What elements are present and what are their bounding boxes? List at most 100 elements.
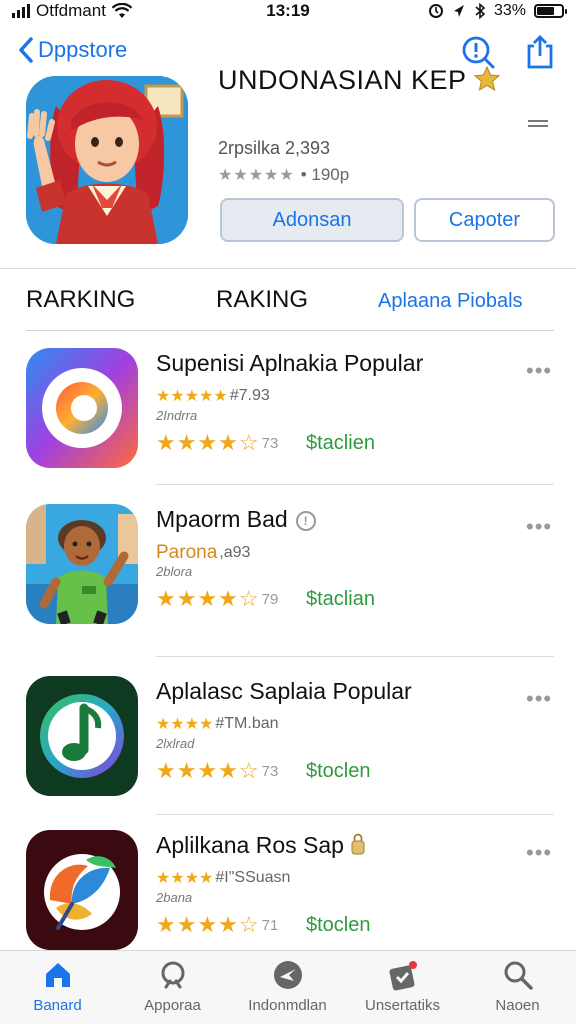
- rating-stars: ★★★★★: [218, 167, 295, 184]
- app-price: $taclian: [306, 588, 375, 610]
- ring-app-icon: [26, 348, 138, 468]
- tab-bar-label: Unsertatiks: [364, 997, 441, 1014]
- tab-bar-item-home[interactable]: Banard: [0, 959, 115, 1014]
- meta-text: #7.93: [229, 387, 270, 404]
- app-rating: ★★★★☆ 73: [156, 758, 278, 784]
- rating-count: 71: [261, 916, 279, 934]
- divider: [156, 484, 554, 485]
- app-name: Aplilkana Ros Sap: [156, 832, 366, 859]
- tab-bar-item-discover[interactable]: Indonmdlan: [230, 959, 345, 1014]
- app-subtitle: 2rpsilka 2,393: [218, 138, 331, 158]
- more-options-icon[interactable]: •••: [526, 840, 552, 866]
- tab-bar-item-search[interactable]: Naoen: [460, 959, 575, 1014]
- app-meta: ★★★★★ #7.93: [156, 386, 270, 406]
- tab-bar-label: Naoen: [495, 997, 540, 1014]
- app-developer: 2blora: [156, 564, 193, 579]
- rating-count: 79: [261, 590, 279, 608]
- divider: [156, 656, 554, 657]
- alarm-icon: [428, 4, 443, 18]
- bluetooth-icon: [475, 3, 486, 19]
- app-name: Supenisi Aplnakia Popular: [156, 350, 424, 376]
- app-rating: ★★★★☆ 73: [156, 430, 278, 456]
- music-note-app-icon: [26, 676, 138, 796]
- signal-icon: [12, 4, 30, 18]
- battery-icon: [534, 4, 567, 18]
- app-price: $toclen: [306, 760, 371, 782]
- app-rating: ★★★★☆ 79: [156, 586, 278, 612]
- meta-text: #TM.ban: [215, 715, 279, 732]
- tab-bar-item-apps[interactable]: Apporaa: [115, 959, 230, 1014]
- app-icon[interactable]: [26, 76, 188, 244]
- app-name: Aplalasc Saplaia Popular: [156, 678, 412, 704]
- tab-bar-label: Banard: [33, 997, 82, 1014]
- tab-bar-item-updates[interactable]: Unsertatiks: [345, 959, 460, 1014]
- app-meta: ★★★★ #I"SSuasn: [156, 868, 290, 888]
- tab-bar: Banard Apporaa Indonmdlan Unsertatiks Na…: [0, 950, 576, 1024]
- more-options-icon[interactable]: •••: [526, 358, 552, 384]
- lock-icon: [351, 833, 365, 855]
- secondary-action-button[interactable]: Capoter: [414, 198, 555, 242]
- app-title: UNDONASIAN KEP: [218, 64, 518, 96]
- tab-bar-label: Apporaa: [144, 997, 201, 1014]
- leaf-bird-app-icon: [26, 830, 138, 950]
- battery-percent: 33%: [493, 2, 526, 19]
- tabs-divider: [26, 330, 554, 331]
- app-price: $taclien: [306, 432, 375, 454]
- rating-stars: ★★★★☆: [156, 912, 260, 937]
- meta-stars: ★★★★: [156, 716, 214, 733]
- home-icon: [45, 963, 70, 987]
- more-options-icon[interactable]: •••: [526, 686, 552, 712]
- back-label: Dppstore: [38, 37, 128, 62]
- app-icon: [26, 348, 138, 468]
- list-item[interactable]: Aplalasc Saplaia Popular ★★★★ #TM.ban 2l…: [0, 676, 576, 826]
- status-bar: Otfdmant 13:19 33%: [0, 0, 576, 22]
- rating-stars: ★★★★☆: [156, 430, 260, 455]
- back-button[interactable]: Dppstore: [18, 36, 127, 64]
- app-developer: 2bana: [156, 890, 193, 905]
- meta-text: ,a93: [219, 544, 251, 561]
- share-icon: [527, 35, 553, 69]
- meta-text: #I"SSuasn: [215, 869, 291, 886]
- app-icon: [26, 676, 138, 796]
- list-item[interactable]: Mpaorm Bad! Parona ,a93 2blora ★★★★☆ 79 …: [0, 504, 576, 654]
- meta-highlight: Parona: [156, 542, 218, 563]
- boy-waving-illustration: [26, 504, 138, 624]
- search-icon: [504, 961, 533, 990]
- updates-icon: [389, 961, 417, 991]
- rating-stars: ★★★★☆: [156, 758, 260, 783]
- app-icon: [26, 504, 138, 624]
- location-icon: [453, 5, 464, 17]
- tab-ranking-1[interactable]: RARKING: [26, 286, 135, 314]
- app-icon: [26, 830, 138, 950]
- list-item[interactable]: Supenisi Aplnakia Popular ★★★★★ #7.93 2I…: [0, 348, 576, 498]
- rating-count: 73: [261, 762, 279, 780]
- girl-waving-illustration: [26, 76, 188, 244]
- search-icon: [161, 961, 184, 989]
- app-meta: ★★★★ #TM.ban: [156, 714, 279, 734]
- compass-icon: [273, 961, 302, 989]
- primary-action-button[interactable]: Adonsan: [220, 198, 404, 242]
- info-icon: !: [295, 510, 316, 531]
- rating-stars: ★★★★☆: [156, 586, 260, 611]
- tab-ranking-2[interactable]: RAKING: [216, 286, 308, 314]
- app-meta: Parona ,a93: [156, 542, 250, 564]
- meta-stars: ★★★★: [156, 870, 214, 887]
- divider: [0, 268, 576, 269]
- app-name: Mpaorm Bad!: [156, 506, 316, 533]
- rating-count: 73: [261, 434, 279, 452]
- wifi-icon: [111, 3, 132, 18]
- rating-count: • 190p: [300, 165, 350, 184]
- more-options-icon[interactable]: •••: [526, 514, 552, 540]
- menu-lines-icon[interactable]: [528, 120, 548, 130]
- carrier-name: Otfdmant: [36, 1, 106, 20]
- meta-stars: ★★★★★: [156, 388, 228, 405]
- chevron-left-icon: [19, 37, 33, 63]
- share-button[interactable]: [522, 34, 558, 70]
- star-badge-icon: [473, 65, 501, 92]
- divider: [156, 814, 554, 815]
- tab-bar-label: Indonmdlan: [248, 997, 327, 1014]
- tab-popular-apps[interactable]: Aplaana Piobals: [378, 290, 523, 313]
- app-developer: 2Indrra: [156, 408, 198, 423]
- app-rating: ★★★★☆ 71: [156, 912, 278, 938]
- app-price: $toclen: [306, 914, 371, 936]
